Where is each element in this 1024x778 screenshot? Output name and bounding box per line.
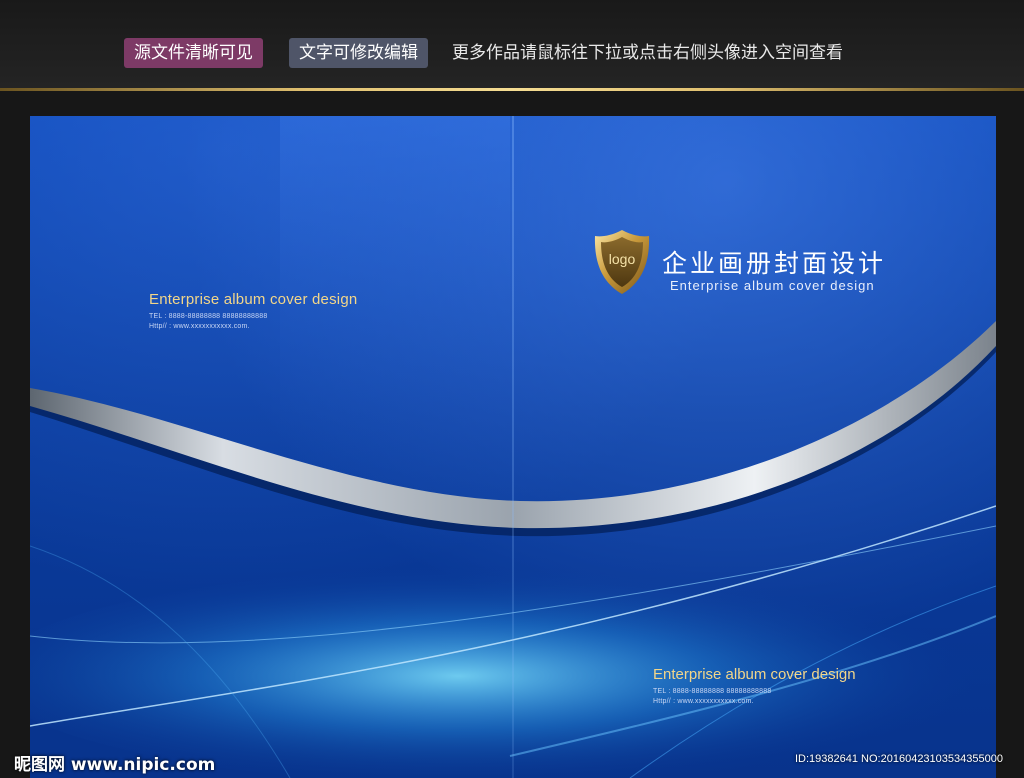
badge-text-editable: 文字可修改编辑 [289, 38, 428, 68]
top-banner: 源文件清晰可见 文字可修改编辑 更多作品请鼠标往下拉或点击右侧头像进入空间查看 [0, 0, 1024, 88]
cover-spine [512, 116, 514, 778]
logo-text: logo [609, 251, 636, 267]
nipic-watermark: 昵图网 www.nipic.com [14, 755, 216, 775]
front-cover-tel: TEL : 8888-88888888 88888888888 [653, 688, 772, 695]
back-cover-title: Enterprise album cover design [149, 291, 358, 308]
badge-source-visible: 源文件清晰可见 [124, 38, 263, 68]
banner-hint-text: 更多作品请鼠标往下拉或点击右侧头像进入空间查看 [452, 43, 843, 63]
front-cover-title-cn: 企业画册封面设计 [662, 249, 887, 278]
image-id-watermark: ID:19382641 NO:20160423103534355000 [795, 753, 1003, 765]
album-cover-spread: Enterprise album cover design TEL : 8888… [30, 116, 996, 778]
front-cover-website: Http// : www.xxxxxxxxxxx.com. [653, 698, 754, 705]
back-cover-tel: TEL : 8888-88888888 88888888888 [149, 313, 268, 320]
back-cover-website: Http// : www.xxxxxxxxxxx.com. [149, 323, 250, 330]
front-cover-bottom-title: Enterprise album cover design [653, 666, 856, 683]
front-cover-title-en: Enterprise album cover design [670, 278, 875, 293]
gold-shield-icon: logo [594, 230, 650, 294]
